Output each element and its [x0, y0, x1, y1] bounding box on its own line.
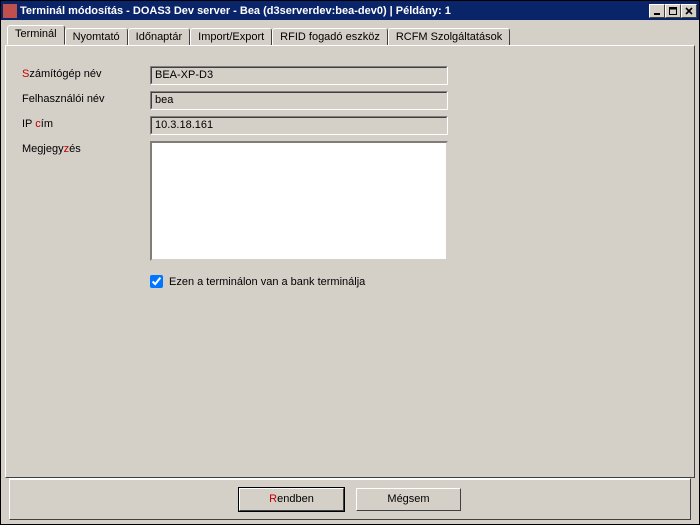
- bank-terminal-checkbox[interactable]: [150, 275, 163, 288]
- computer-name-label: Számítógép név: [22, 66, 150, 80]
- app-icon: [3, 4, 17, 18]
- note-label: Megjegyzés: [22, 141, 150, 155]
- window-controls: [649, 4, 697, 18]
- tab-rfid[interactable]: RFID fogadó eszköz: [272, 28, 388, 46]
- tab-rcfm[interactable]: RCFM Szolgáltatások: [388, 28, 510, 46]
- note-textarea[interactable]: [150, 141, 448, 261]
- ip-address-label: IP cím: [22, 116, 150, 130]
- tab-panel-terminal: Számítógép név BEA-XP-D3 Felhasználói né…: [5, 45, 695, 478]
- close-button[interactable]: [681, 4, 697, 18]
- user-name-field: bea: [150, 91, 448, 110]
- button-bar: Rendben Mégsem: [9, 478, 691, 520]
- tab-calendar[interactable]: Időnaptár: [128, 28, 190, 46]
- computer-name-field: BEA-XP-D3: [150, 66, 448, 85]
- bank-terminal-label: Ezen a terminálon van a bank terminálja: [169, 276, 365, 288]
- tab-strip: Terminál Nyomtató Időnaptár Import/Expor…: [5, 26, 695, 45]
- dialog-window: Terminál módosítás - DOAS3 Dev server - …: [0, 0, 700, 525]
- titlebar: Terminál módosítás - DOAS3 Dev server - …: [1, 1, 699, 20]
- tab-printer[interactable]: Nyomtató: [65, 28, 128, 46]
- minimize-button[interactable]: [649, 4, 665, 18]
- ok-button[interactable]: Rendben: [239, 488, 344, 511]
- tab-import-export[interactable]: Import/Export: [190, 28, 272, 46]
- maximize-button[interactable]: [665, 4, 681, 18]
- titlebar-text: Terminál módosítás - DOAS3 Dev server - …: [20, 5, 649, 17]
- tab-terminal[interactable]: Terminál: [7, 25, 65, 45]
- user-name-label: Felhasználói név: [22, 91, 150, 105]
- client-area: Terminál Nyomtató Időnaptár Import/Expor…: [1, 20, 699, 524]
- cancel-button[interactable]: Mégsem: [356, 488, 461, 511]
- ip-address-field: 10.3.18.161: [150, 116, 448, 135]
